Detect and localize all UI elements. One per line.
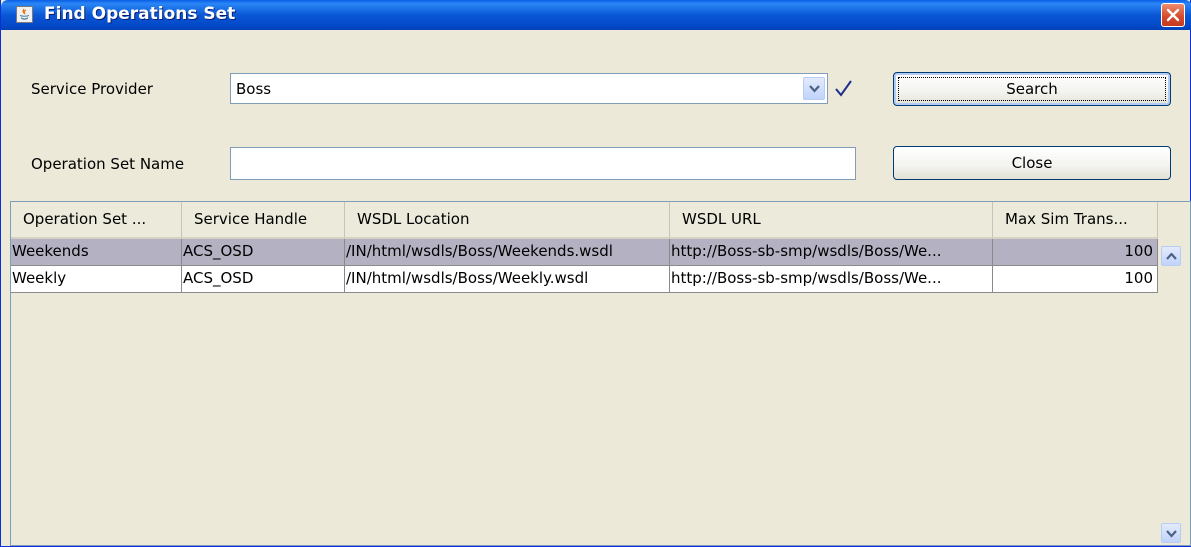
cell-max-sim-trans: 100 xyxy=(993,266,1158,293)
operation-set-name-field[interactable] xyxy=(230,147,856,180)
close-window-button[interactable] xyxy=(1161,3,1185,27)
chevron-down-icon xyxy=(809,85,820,93)
column-header-max-sim-trans[interactable]: Max Sim Trans... xyxy=(993,202,1158,239)
window-title: Find Operations Set xyxy=(44,4,236,24)
cell-service-handle: ACS_OSD xyxy=(182,239,345,266)
chevron-down-icon xyxy=(1166,530,1177,538)
close-button[interactable]: Close xyxy=(893,146,1171,180)
table-header: Operation Set ... Service Handle WSDL Lo… xyxy=(11,202,1158,239)
cell-max-sim-trans: 100 xyxy=(993,239,1158,266)
scroll-up-button[interactable] xyxy=(1161,246,1181,266)
cell-wsdl-location: /IN/html/wsdls/Boss/Weekends.wsdl xyxy=(345,239,670,266)
cell-wsdl-location: /IN/html/wsdls/Boss/Weekly.wsdl xyxy=(345,266,670,293)
cell-operation-set: Weekly xyxy=(11,266,182,293)
operation-set-name-label: Operation Set Name xyxy=(31,155,185,173)
java-cup-icon xyxy=(16,6,33,23)
dropdown-arrow-button[interactable] xyxy=(803,77,825,100)
service-provider-combobox[interactable]: Boss xyxy=(230,73,828,104)
cell-wsdl-url: http://Boss-sb-smp/wsdls/Boss/We... xyxy=(670,266,993,293)
column-header-wsdl-url[interactable]: WSDL URL xyxy=(670,202,993,239)
service-provider-label: Service Provider xyxy=(31,80,153,98)
column-header-wsdl-location[interactable]: WSDL Location xyxy=(345,202,670,239)
operations-set-table: Operation Set ... Service Handle WSDL Lo… xyxy=(10,201,1191,546)
service-provider-value: Boss xyxy=(236,80,272,98)
search-button[interactable]: Search xyxy=(893,72,1171,106)
close-icon xyxy=(1166,8,1180,22)
cell-operation-set: Weekends xyxy=(11,239,182,266)
cell-wsdl-url: http://Boss-sb-smp/wsdls/Boss/We... xyxy=(670,239,993,266)
find-operations-set-window: Find Operations Set Service Provider Bos… xyxy=(0,0,1191,547)
chevron-up-icon xyxy=(1166,253,1177,260)
table-row[interactable]: Weekends ACS_OSD /IN/html/wsdls/Boss/Wee… xyxy=(11,239,1158,266)
cell-service-handle: ACS_OSD xyxy=(182,266,345,293)
vertical-scrollbar[interactable] xyxy=(1159,239,1190,545)
column-header-service-handle[interactable]: Service Handle xyxy=(182,202,345,239)
valid-check-icon xyxy=(835,80,852,97)
table-row[interactable]: Weekly ACS_OSD /IN/html/wsdls/Boss/Weekl… xyxy=(11,266,1158,293)
column-header-operation-set[interactable]: Operation Set ... xyxy=(11,202,182,239)
scroll-down-button[interactable] xyxy=(1161,523,1181,543)
title-bar[interactable]: Find Operations Set xyxy=(1,0,1191,30)
